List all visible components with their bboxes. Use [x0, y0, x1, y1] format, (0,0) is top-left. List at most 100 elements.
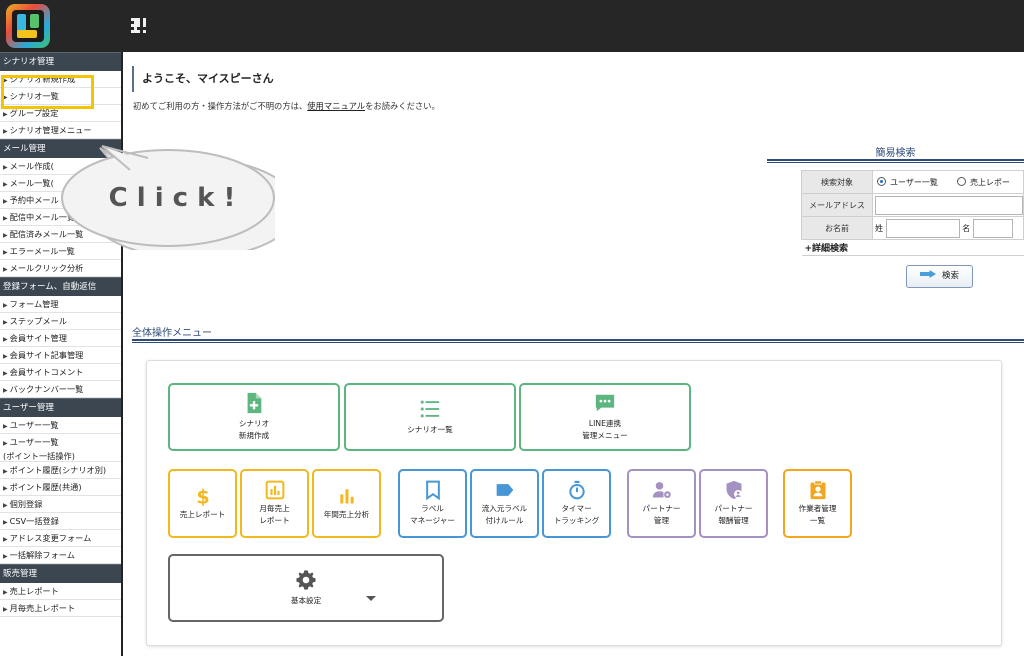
- menu-card[interactable]: 流入元ラベル 付けルール: [470, 469, 539, 538]
- sidebar-item[interactable]: ▶ 会員サイト管理: [0, 330, 121, 347]
- sidebar-item-label: ポイント履歴(共通): [9, 482, 82, 492]
- id-badge-icon: [808, 480, 828, 500]
- sidebar-item[interactable]: ▶ 会員サイトコメント: [0, 364, 121, 381]
- menu-card-label: 年間売上分析: [323, 510, 370, 519]
- sidebar-item[interactable]: ▶ 売上レポート: [0, 583, 121, 600]
- sidebar-item-label: CSV一括登録: [9, 516, 59, 526]
- sidebar-item-label: メール作成(: [9, 161, 54, 171]
- radio-user-list[interactable]: [877, 176, 886, 186]
- radio-sales-report-label[interactable]: 売上レポー: [970, 178, 1010, 187]
- sidebar-section-header: 登録フォーム、自動返信: [0, 277, 121, 296]
- sidebar-item-label: ユーザー一覧 (ポイント一括操作): [3, 437, 75, 461]
- menu-card[interactable]: LINE連携 管理メニュー: [519, 383, 691, 451]
- sidebar-item[interactable]: ▶ メールクリック分析: [0, 260, 121, 277]
- menu-card[interactable]: ラベル マネージャー: [398, 469, 467, 538]
- menu-card[interactable]: 月毎売上 レポート: [240, 469, 309, 538]
- advanced-search-toggle[interactable]: +詳細検索: [801, 239, 1024, 256]
- sidebar-item-label: シナリオ管理メニュー: [9, 125, 92, 135]
- menu-card[interactable]: 作業者管理 一覧: [783, 469, 852, 538]
- overall-menu-panel: シナリオ 新規作成 シナリオ一覧 LINE連携 管理メニュー $ 売上レポート 月毎売上 …: [146, 360, 1002, 646]
- quick-search-title: 簡易検索: [875, 148, 916, 159]
- menu-card-label: ラベル マネージャー: [409, 504, 456, 525]
- sidebar-item[interactable]: ▶ ポイント履歴(共通): [0, 479, 121, 496]
- sidebar-item[interactable]: ▶ CSV一括登録: [0, 513, 121, 530]
- first-name-label: 名: [962, 223, 971, 233]
- menu-card-label: シナリオ一覧: [407, 425, 453, 434]
- guide-text: 初めてご利用の方・操作方法がご不明の方は、使用マニュアルをお読みください。: [133, 100, 440, 112]
- menu-card-label: タイマー トラッキング: [553, 504, 600, 525]
- chevron-down-icon[interactable]: [366, 596, 376, 601]
- radio-user-list-label[interactable]: ユーザー一覧: [890, 178, 938, 187]
- file-plus-icon: [243, 392, 265, 414]
- sidebar-item-label: フォーム管理: [9, 299, 59, 309]
- menu-card-label: パートナー 報酬管理: [714, 504, 753, 525]
- sidebar-item-label: 一括解除フォーム: [9, 550, 75, 560]
- bar-chart-box-icon: [265, 480, 285, 500]
- manual-link[interactable]: 使用マニュアル: [307, 101, 365, 111]
- qr-code-icon[interactable]: [131, 18, 146, 33]
- triangle-right-icon: ▶: [3, 440, 8, 447]
- sidebar-item[interactable]: ▶ 個別登録: [0, 496, 121, 513]
- search-button[interactable]: 検索: [906, 265, 973, 288]
- sidebar-item-label: メールクリック分析: [9, 263, 84, 273]
- tag-icon: [495, 480, 515, 500]
- shield-user-icon: [724, 480, 744, 500]
- menu-card[interactable]: タイマー トラッキング: [542, 469, 611, 538]
- menu-card-label: 月毎売上 レポート: [259, 504, 290, 525]
- app-logo[interactable]: [6, 4, 50, 48]
- menu-card-label: 作業者管理 一覧: [798, 504, 837, 525]
- sidebar-item[interactable]: ▶ フォーム管理: [0, 296, 121, 313]
- guide-after: をお読みください。: [365, 101, 440, 111]
- menu-card[interactable]: シナリオ一覧: [344, 383, 516, 451]
- first-name-field[interactable]: [972, 218, 1013, 238]
- last-name-field[interactable]: [885, 218, 960, 238]
- settings-card[interactable]: 基本設定: [168, 554, 444, 622]
- triangle-right-icon: ▶: [3, 111, 8, 118]
- sidebar-item[interactable]: ▶ ユーザー一覧 (ポイント一括操作): [0, 434, 121, 462]
- sidebar-section-header: ユーザー管理: [0, 398, 121, 417]
- last-name-label: 姓: [875, 223, 883, 233]
- triangle-right-icon: ▶: [3, 423, 8, 430]
- highlight-box: [1, 75, 94, 109]
- search-target-label: 検索対象: [801, 170, 873, 194]
- sidebar-item[interactable]: ▶ 一括解除フォーム: [0, 547, 121, 564]
- sidebar-item[interactable]: ▶ アドレス変更フォーム: [0, 530, 121, 547]
- triangle-right-icon: ▶: [3, 370, 8, 377]
- triangle-right-icon: ▶: [3, 266, 8, 273]
- welcome-heading: ようこそ、マイスピーさん: [132, 66, 274, 92]
- arrow-right-icon: [919, 270, 936, 278]
- sidebar-item-label: 個別登録: [9, 499, 43, 509]
- stopwatch-icon: [567, 480, 587, 500]
- sidebar-item[interactable]: ▶ バックナンバー一覧: [0, 381, 121, 398]
- triangle-right-icon: ▶: [3, 553, 8, 560]
- triangle-right-icon: ▶: [3, 215, 8, 222]
- menu-card[interactable]: シナリオ 新規作成: [168, 383, 340, 451]
- sidebar-item-label: アドレス変更フォーム: [9, 533, 92, 543]
- email-field[interactable]: [875, 195, 1023, 215]
- menu-card[interactable]: 年間売上分析: [312, 469, 381, 538]
- sidebar-item[interactable]: ▶ 会員サイト記事管理: [0, 347, 121, 364]
- sidebar-item[interactable]: ▶ ステップメール: [0, 313, 121, 330]
- triangle-right-icon: ▶: [3, 164, 8, 171]
- menu-card-label: シナリオ 新規作成: [238, 419, 270, 440]
- quick-search-divider: [767, 159, 1024, 163]
- menu-card-label: 流入元ラベル 付けルール: [481, 504, 528, 525]
- menu-card[interactable]: パートナー 管理: [627, 469, 696, 538]
- menu-card-label: 売上レポート: [179, 510, 226, 519]
- triangle-right-icon: ▶: [3, 468, 8, 475]
- sidebar-item[interactable]: ▶ シナリオ管理メニュー: [0, 122, 121, 139]
- sidebar-item[interactable]: ▶ ユーザー一覧: [0, 417, 121, 434]
- triangle-right-icon: ▶: [3, 606, 8, 613]
- triangle-right-icon: ▶: [3, 249, 8, 256]
- radio-sales-report[interactable]: [956, 176, 966, 186]
- triangle-right-icon: ▶: [3, 232, 8, 239]
- sidebar-item-label: グループ設定: [9, 108, 59, 118]
- top-bar: [0, 0, 1024, 52]
- menu-card[interactable]: パートナー 報酬管理: [699, 469, 768, 538]
- sidebar-item-label: ステップメール: [9, 316, 67, 326]
- triangle-right-icon: ▶: [3, 485, 8, 492]
- sidebar-item[interactable]: ▶ ポイント履歴(シナリオ別): [0, 462, 121, 479]
- sidebar-item[interactable]: ▶ 月毎売上レポート: [0, 600, 121, 617]
- triangle-right-icon: ▶: [3, 589, 8, 596]
- menu-card[interactable]: $ 売上レポート: [168, 469, 237, 538]
